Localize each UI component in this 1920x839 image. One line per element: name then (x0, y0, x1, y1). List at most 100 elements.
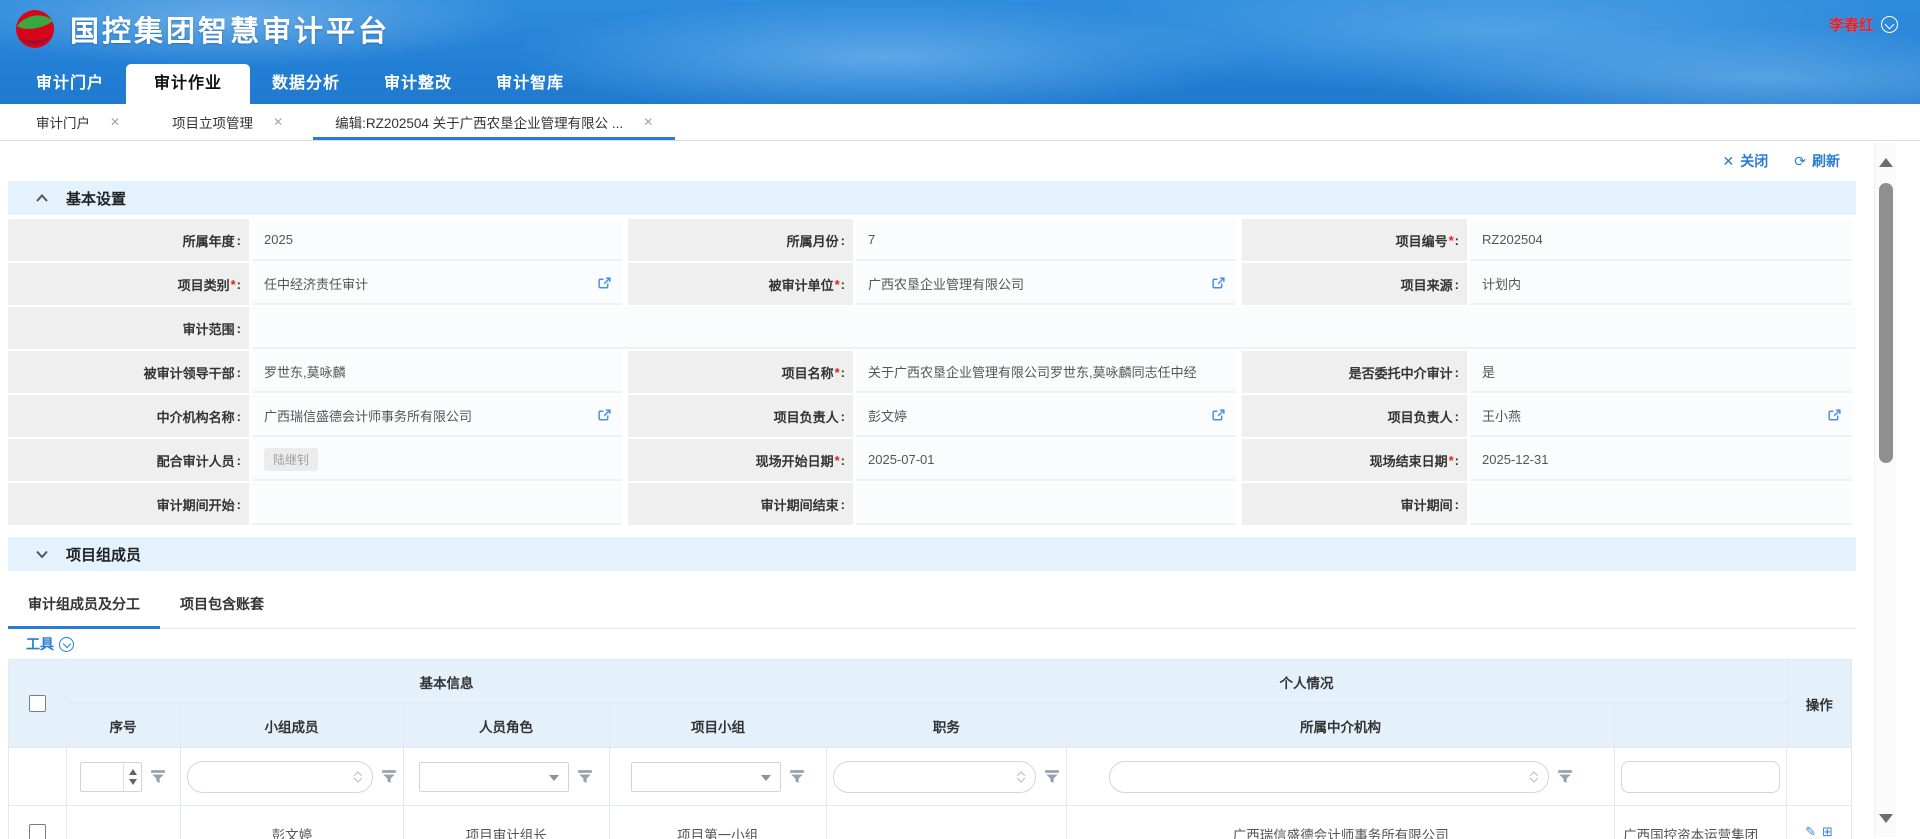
nav-item-audit-work[interactable]: 审计作业 (126, 64, 250, 104)
extra-filter-input[interactable] (1621, 761, 1780, 793)
external-link-icon[interactable] (597, 276, 612, 291)
active-tab-underline (313, 137, 675, 140)
col-header-seq[interactable]: 序号 (67, 704, 181, 748)
label-intermediary-name: 中介机构名称: (8, 395, 252, 437)
filter-funnel-icon[interactable] (381, 769, 397, 785)
row-checkbox[interactable] (29, 824, 46, 839)
filter-funnel-icon[interactable] (1044, 769, 1060, 785)
external-link-icon[interactable] (1827, 408, 1842, 423)
select-all-cell (9, 660, 67, 748)
duty-combobox[interactable] (833, 761, 1037, 793)
members-table: 基本信息 序号 小组成员 人员角色 项目小组 个人情况 职务 所属中介机构 (8, 659, 1852, 839)
app-window: 国控集团智慧审计平台 李春红 审计门户 审计作业 数据分析 审计整改 审计智库 … (0, 0, 1920, 839)
filter-funnel-icon[interactable] (789, 769, 805, 785)
filter-cell-extra (1615, 748, 1787, 806)
field-year[interactable]: 2025 (252, 219, 622, 261)
label-audited-unit: 被审计单位*: (628, 263, 856, 305)
col-header-actions: 操作 (1788, 660, 1851, 748)
vertical-scrollbar[interactable] (1874, 143, 1896, 837)
more-icon[interactable]: ⊞ (1822, 824, 1833, 839)
external-link-icon[interactable] (597, 408, 612, 423)
label-year: 所属年度: (8, 219, 252, 261)
scroll-down-button[interactable] (1875, 805, 1897, 831)
form-row: 配合审计人员: 陆继钊 现场开始日期*: 2025-07-01 现场结束日期*:… (8, 439, 1856, 481)
cell-duty (827, 806, 1068, 839)
select-all-checkbox[interactable] (29, 695, 46, 712)
nav-item-audit-knowledge[interactable]: 审计智库 (474, 64, 586, 104)
scrollbar-thumb[interactable] (1879, 183, 1893, 463)
filter-funnel-icon[interactable] (577, 769, 593, 785)
field-fieldwork-end[interactable]: 2025-12-31 (1470, 439, 1852, 481)
subtab-members-division[interactable]: 审计组成员及分工 (8, 594, 160, 628)
triangle-down-icon (1879, 814, 1893, 823)
field-audit-period[interactable] (1470, 483, 1852, 525)
chevron-down-circle-icon (59, 637, 74, 652)
field-project-name[interactable]: 关于广西农垦企业管理有限公司罗世东,莫咏麟同志任中经 (856, 351, 1236, 393)
seq-number-input[interactable] (80, 762, 142, 792)
section-basic-settings[interactable]: 基本设置 (8, 181, 1856, 215)
field-audit-period-end[interactable] (856, 483, 1236, 525)
close-icon: ✕ (1723, 153, 1735, 170)
updown-icon (1018, 772, 1024, 781)
field-intermediary-name[interactable]: 广西瑞信盛德会计师事务所有限公司 (252, 395, 622, 437)
close-page-button[interactable]: ✕ 关闭 (1723, 151, 1769, 171)
field-intermediary-entrusted[interactable]: 是 (1470, 351, 1852, 393)
tab-edit-project[interactable]: 编辑:RZ202504 关于广西农垦企业管理有限公 ... ✕ (309, 104, 679, 140)
field-audit-period-start[interactable] (252, 483, 622, 525)
filter-cell-agency (1067, 748, 1615, 806)
col-header-role[interactable]: 人员角色 (404, 704, 610, 748)
col-header-member[interactable]: 小组成员 (181, 704, 404, 748)
tools-dropdown[interactable]: 工具 (8, 629, 1856, 659)
field-project-leader[interactable]: 彭文婷 (856, 395, 1236, 437)
field-month[interactable]: 7 (856, 219, 1236, 261)
external-link-icon[interactable] (1211, 408, 1226, 423)
refresh-button[interactable]: ⟳ 刷新 (1794, 151, 1840, 171)
team-subtabs: 审计组成员及分工 项目包含账套 (8, 571, 1856, 629)
group-select[interactable] (631, 762, 781, 792)
field-project-type[interactable]: 任中经济责任审计 (252, 263, 622, 305)
nav-item-audit-portal[interactable]: 审计门户 (14, 64, 126, 104)
tab-label: 项目立项管理 (172, 112, 253, 132)
tab-audit-portal[interactable]: 审计门户 ✕ (10, 104, 146, 140)
col-header-group[interactable]: 项目小组 (610, 704, 827, 748)
filter-cell-group (610, 748, 827, 806)
field-assisting-auditors[interactable]: 陆继钊 (252, 439, 622, 481)
section-team-members[interactable]: 项目组成员 (8, 537, 1856, 571)
table-header: 基本信息 序号 小组成员 人员角色 项目小组 个人情况 职务 所属中介机构 (9, 660, 1851, 748)
field-audited-unit[interactable]: 广西农垦企业管理有限公司 (856, 263, 1236, 305)
field-project-leader-2[interactable]: 王小燕 (1470, 395, 1852, 437)
refresh-icon: ⟳ (1794, 153, 1806, 170)
edit-icon[interactable]: ✎ (1805, 824, 1816, 839)
basic-settings-form: 所属年度: 2025 所属月份: 7 项目编号*: RZ202504 项目类别*… (8, 219, 1856, 525)
close-icon[interactable]: ✕ (273, 115, 283, 129)
close-icon[interactable]: ✕ (643, 115, 653, 129)
user-menu[interactable]: 李春红 (1829, 14, 1898, 35)
role-select[interactable] (419, 762, 569, 792)
field-project-source[interactable]: 计划内 (1470, 263, 1852, 305)
row-select-cell (9, 806, 67, 839)
app-logo-icon (14, 8, 56, 50)
field-audited-leaders[interactable]: 罗世东,莫咏麟 (252, 351, 622, 393)
col-header-agency[interactable]: 所属中介机构 (1067, 704, 1614, 748)
spinner-arrows-icon[interactable] (123, 763, 141, 791)
member-combobox[interactable] (187, 761, 373, 793)
nav-item-audit-rectification[interactable]: 审计整改 (362, 64, 474, 104)
user-name[interactable]: 李春红 (1829, 14, 1874, 35)
filter-funnel-icon[interactable] (1557, 769, 1573, 785)
label-project-name: 项目名称*: (628, 351, 856, 393)
field-audit-scope[interactable] (252, 307, 1856, 349)
agency-combobox[interactable] (1109, 761, 1549, 793)
nav-item-data-analysis[interactable]: 数据分析 (250, 64, 362, 104)
field-fieldwork-start[interactable]: 2025-07-01 (856, 439, 1236, 481)
close-icon[interactable]: ✕ (110, 115, 120, 129)
table-row[interactable]: 彭文婷 项目审计组长 项目第一小组 广西瑞信盛德会计师事务所有限公司 广西国控资… (9, 806, 1851, 839)
field-project-no[interactable]: RZ202504 (1470, 219, 1852, 261)
scroll-up-button[interactable] (1875, 149, 1897, 175)
group-personal-info: 个人情况 职务 所属中介机构 (827, 660, 1788, 748)
subtab-account-sets[interactable]: 项目包含账套 (160, 594, 284, 628)
filter-funnel-icon[interactable] (150, 769, 166, 785)
col-header-duty[interactable]: 职务 (827, 704, 1068, 748)
tab-project-initiation[interactable]: 项目立项管理 ✕ (146, 104, 309, 140)
chevron-down-icon[interactable] (1881, 16, 1898, 33)
external-link-icon[interactable] (1211, 276, 1226, 291)
